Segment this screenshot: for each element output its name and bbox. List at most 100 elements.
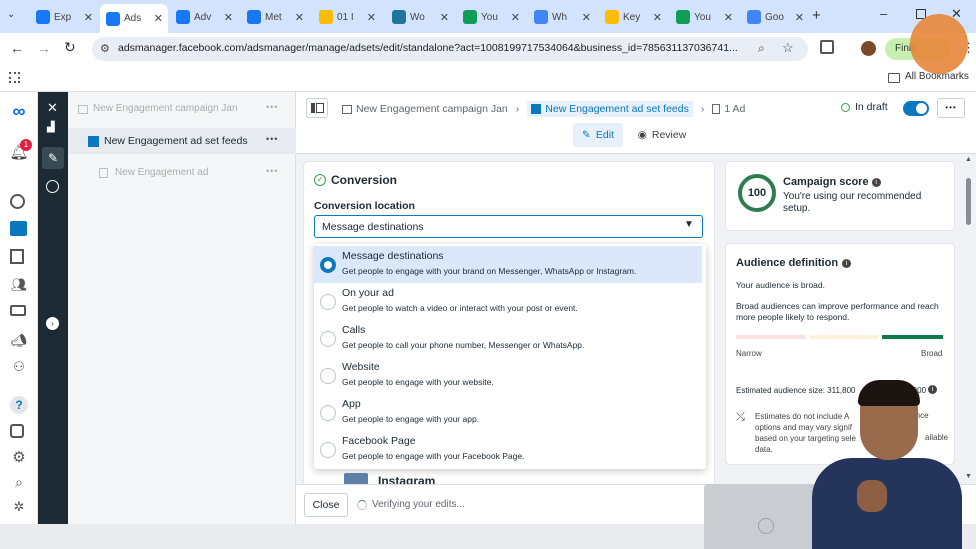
address-bar[interactable]: ⚙ adsmanager.facebook.com/adsmanager/man… <box>92 37 808 61</box>
close-tab-icon[interactable]: ✕ <box>724 11 733 24</box>
conversion-option[interactable]: Calls Get people to call your phone numbe… <box>314 320 702 357</box>
toggle-panel-icon[interactable] <box>306 98 328 118</box>
close-editor-icon[interactable]: ✕ <box>47 100 58 116</box>
pages-icon[interactable] <box>10 249 24 264</box>
radio-button[interactable] <box>320 294 336 310</box>
close-button[interactable]: Close <box>304 493 348 517</box>
breadcrumb-adset-chip[interactable]: New Engagement ad set feeds <box>527 101 693 117</box>
forward-icon[interactable]: → <box>37 40 51 56</box>
history-icon[interactable] <box>46 180 59 193</box>
adset-grid-icon <box>88 136 99 147</box>
tree-ad-row[interactable]: New Engagement ad ••• <box>68 162 296 184</box>
close-tab-icon[interactable]: ✕ <box>154 12 163 25</box>
bug-icon[interactable]: ✲ <box>10 498 28 516</box>
audience-title-row: Audience definition i <box>736 257 852 269</box>
close-tab-icon[interactable]: ✕ <box>224 11 233 24</box>
publish-toggle[interactable] <box>903 101 929 116</box>
browser-tab[interactable]: Goo ✕ <box>741 5 809 29</box>
draft-status-label: In draft <box>855 101 888 113</box>
browser-tab[interactable]: You ✕ <box>670 5 738 29</box>
browser-tab[interactable]: Key ✕ <box>599 5 667 29</box>
conversion-card: ✓ Conversion Conversion location Message… <box>304 162 714 492</box>
dashboard-icon[interactable] <box>10 194 25 209</box>
help-icon[interactable]: ? <box>10 396 28 414</box>
info-icon[interactable]: i <box>842 258 852 268</box>
close-tab-icon[interactable]: ✕ <box>795 11 804 24</box>
close-tab-icon[interactable]: ✕ <box>511 11 520 24</box>
adset-more-button[interactable]: ••• <box>266 134 278 144</box>
campaign-folder-icon <box>78 105 88 114</box>
conversion-option[interactable]: App Get people to engage with your app. <box>314 394 702 431</box>
reload-icon[interactable]: ↻ <box>64 39 76 56</box>
radio-button[interactable] <box>320 331 336 347</box>
close-tab-icon[interactable]: ✕ <box>84 11 93 24</box>
tab-search-button[interactable]: ⌄ <box>7 9 21 23</box>
billing-icon[interactable] <box>10 305 26 316</box>
conversion-option[interactable]: Facebook Page Get people to engage with y… <box>314 431 702 468</box>
radio-button[interactable] <box>320 405 336 421</box>
apps-grid-icon[interactable] <box>9 72 20 83</box>
reports-icon[interactable] <box>10 424 24 438</box>
close-tab-icon[interactable]: ✕ <box>295 11 304 24</box>
campaigns-icon[interactable] <box>10 221 27 236</box>
ad-more-button[interactable]: ••• <box>266 166 278 176</box>
conversion-option[interactable]: Message destinations Get people to engage… <box>314 246 702 283</box>
draft-status-icon <box>841 102 850 112</box>
charts-icon[interactable]: ▟ <box>47 122 55 133</box>
gauge-broad-segment <box>882 335 943 339</box>
close-tab-icon[interactable]: ✕ <box>440 11 449 24</box>
new-tab-button[interactable]: + <box>812 7 821 24</box>
browser-tab-label: Ads <box>124 13 142 24</box>
tree-campaign-row[interactable]: New Engagement campaign Jan ••• <box>68 98 296 120</box>
edit-tab[interactable]: ✎ Edit <box>573 123 623 147</box>
browser-tab[interactable]: Wh ✕ <box>528 5 596 29</box>
zoom-icon[interactable]: ⌕ <box>758 41 765 56</box>
campaign-more-button[interactable]: ••• <box>266 102 278 112</box>
radio-button[interactable] <box>320 257 336 273</box>
minimize-icon[interactable]: – <box>880 6 887 21</box>
extensions-icon[interactable] <box>820 40 834 54</box>
bookmark-star-icon[interactable]: ☆ <box>782 40 794 56</box>
radio-button[interactable] <box>320 442 336 458</box>
breadcrumb-ad[interactable]: 1 Ad <box>724 103 745 115</box>
edit-pencil-icon[interactable]: ✎ <box>42 147 64 169</box>
browser-tab-label: Wh <box>552 11 567 23</box>
scroll-up-icon[interactable]: ▲ <box>965 156 972 163</box>
search-icon[interactable]: ⌕ <box>10 473 28 491</box>
info-icon[interactable]: i <box>871 177 881 187</box>
site-info-icon[interactable]: ⚙ <box>100 42 110 55</box>
settings-icon[interactable]: ⚙ <box>10 448 28 466</box>
network-icon[interactable]: ⚇ <box>10 358 28 376</box>
radio-button[interactable] <box>320 368 336 384</box>
browser-tab[interactable]: Exp ✕ <box>30 5 98 29</box>
conversion-option-label: App <box>342 398 361 410</box>
scrollbar-thumb[interactable] <box>966 178 971 225</box>
breadcrumb-campaign[interactable]: New Engagement campaign Jan <box>356 103 508 115</box>
browser-tab[interactable]: 01 I ✕ <box>313 5 381 29</box>
conversion-location-value: Message destinations <box>322 221 424 233</box>
conversion-option[interactable]: On your ad Get people to watch a video or… <box>314 283 702 320</box>
browser-tab[interactable]: You ✕ <box>457 5 525 29</box>
meta-icon <box>106 11 120 26</box>
back-icon[interactable]: ← <box>10 40 24 56</box>
conversion-option[interactable]: Website Get people to engage with your we… <box>314 357 702 394</box>
profile-avatar-icon[interactable] <box>861 41 876 56</box>
close-tab-icon[interactable]: ✕ <box>582 11 591 24</box>
browser-tab-label: You <box>694 11 711 23</box>
review-tab[interactable]: ◉ Review <box>632 123 692 147</box>
conversion-title: Conversion <box>331 173 398 187</box>
presenter-hair <box>858 380 920 406</box>
close-tab-icon[interactable]: ✕ <box>367 11 376 24</box>
audiences-icon[interactable]: 👥︎ <box>10 276 28 294</box>
tree-adset-row[interactable]: New Engagement ad set feeds ••• <box>68 128 296 154</box>
expand-icon[interactable]: › <box>46 317 59 330</box>
browser-tab[interactable]: Adv ✕ <box>170 5 238 29</box>
ads-icon[interactable]: 📣︎ <box>10 332 28 350</box>
browser-tab[interactable]: Wo ✕ <box>386 5 454 29</box>
conversion-location-select[interactable]: Message destinations ▼ <box>314 215 703 238</box>
close-tab-icon[interactable]: ✕ <box>653 11 662 24</box>
more-options-button[interactable]: ••• <box>937 98 965 118</box>
browser-tab[interactable]: Met ✕ <box>241 5 309 29</box>
meta-logo-icon[interactable]: ∞ <box>7 101 31 121</box>
browser-tab[interactable]: Ads ✕ <box>100 4 168 33</box>
